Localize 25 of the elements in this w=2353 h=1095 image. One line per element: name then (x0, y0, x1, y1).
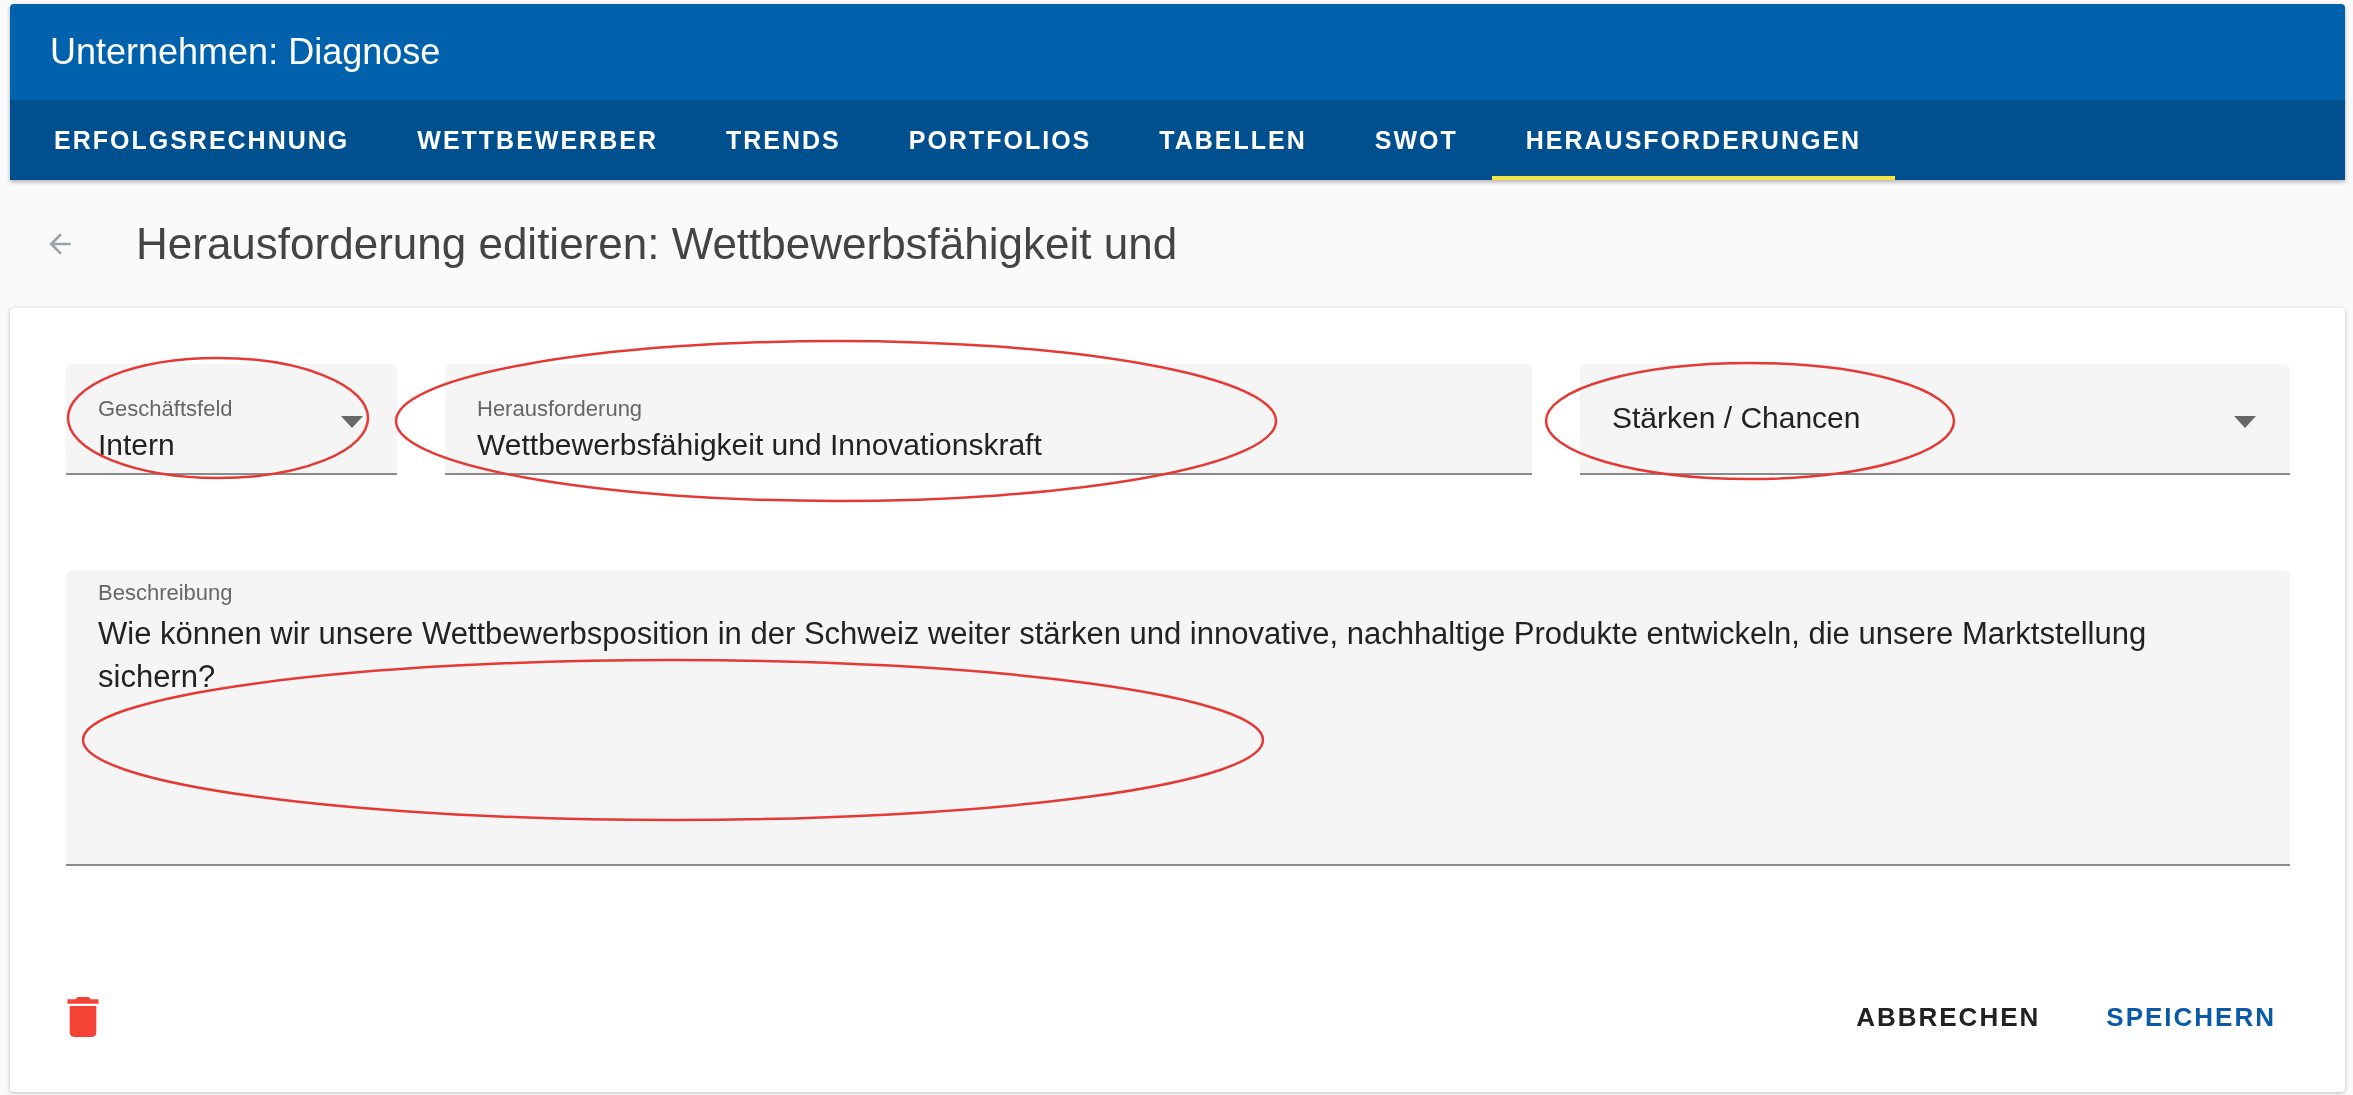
page-title: Herausforderung editieren: Wettbewerbsfähigkeit und (136, 219, 1178, 269)
dropdown-caret-icon[interactable] (341, 416, 363, 428)
select-field[interactable]: Stärken / Chancen (1580, 364, 2290, 475)
field-value: Wie können wir unsere Wettbewerbsposition in der Schweiz weiter stärken und innovative, nachhaltige Produkte entwickeln, die unsere Marktstellung sichern? (98, 615, 2148, 697)
field-label: Herausforderung (477, 395, 644, 422)
field-value: Intern (98, 427, 175, 462)
nav-tab[interactable]: SWOT (1340, 100, 1492, 180)
field-label: Beschreibung (98, 580, 234, 606)
select-field[interactable]: Geschäftsfeld Intern (66, 364, 397, 475)
nav-tab[interactable]: TABELLEN (1125, 100, 1341, 180)
input-field[interactable]: Herausforderung Wettbewerbsfähigkeit und Innovationskraft (445, 364, 1532, 475)
cancel-button[interactable]: ABBRECHEN (1842, 991, 2055, 1043)
description-field[interactable]: Beschreibung Wie können wir unsere Wettbewerbsposition in der Schweiz weiter stärken und innovative, nachhaltige Produkte entwickeln, die unsere Marktstellung sichern? (66, 570, 2290, 866)
field-value: Stärken / Chancen (1612, 400, 1861, 435)
nav-tab[interactable]: TRENDS (691, 100, 875, 180)
dropdown-caret-icon[interactable] (2234, 416, 2256, 428)
nav-tab[interactable]: WETTBEWERBER (383, 100, 692, 180)
save-button[interactable]: SPEICHERN (2092, 991, 2290, 1043)
field-label: Geschäftsfeld (98, 395, 234, 422)
nav-tab[interactable]: PORTFOLIOS (874, 100, 1126, 180)
nav-tab[interactable]: ERFOLGSRECHNUNG (20, 100, 384, 180)
app-title: Unternehmen: Diagnose (49, 30, 442, 74)
trash-icon[interactable] (66, 997, 100, 1037)
field-value: Wettbewerbsfähigkeit und Innovationskraft (477, 427, 1042, 462)
nav-tab[interactable]: HERAUSFORDERUNGEN (1491, 100, 1896, 180)
